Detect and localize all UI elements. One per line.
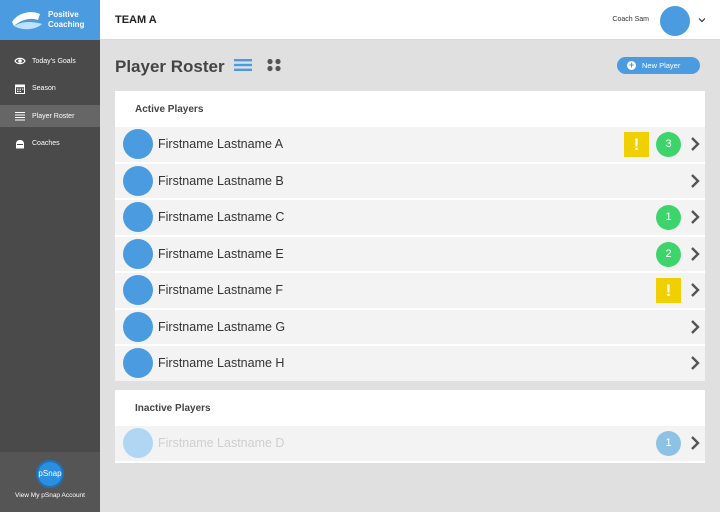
player-row[interactable]: Firstname Lastname H bbox=[115, 346, 705, 381]
player-avatar bbox=[123, 428, 153, 459]
warning-badge: ! bbox=[624, 132, 649, 157]
plus-icon: + bbox=[627, 60, 636, 70]
count-badge: 1 bbox=[656, 431, 681, 456]
count-badge: 2 bbox=[656, 241, 681, 267]
new-player-label: New Player bbox=[642, 61, 681, 70]
sidebar-item-player-roster[interactable]: Player Roster bbox=[0, 105, 100, 127]
chevron-right-icon bbox=[691, 436, 700, 450]
player-name: Firstname Lastname F bbox=[158, 283, 284, 298]
grid-view-icon[interactable] bbox=[266, 58, 282, 72]
active-players-card: Active Players Firstname Lastname A ! 3 … bbox=[115, 91, 705, 381]
new-player-button[interactable]: + New Player bbox=[617, 57, 700, 74]
chevron-right-icon bbox=[691, 246, 700, 261]
chevron-down-icon[interactable] bbox=[698, 16, 706, 24]
player-name: Firstname Lastname B bbox=[158, 173, 284, 188]
list-view-icon[interactable] bbox=[234, 58, 252, 72]
player-name: Firstname Lastname G bbox=[158, 319, 286, 334]
player-name: Firstname Lastname D bbox=[158, 436, 285, 451]
player-avatar bbox=[123, 275, 153, 306]
psnap-account-label: View My pSnap Account bbox=[15, 492, 85, 499]
warning-badge: ! bbox=[656, 278, 681, 303]
player-avatar bbox=[123, 129, 153, 160]
chevron-right-icon bbox=[691, 173, 700, 188]
player-avatar bbox=[123, 238, 153, 269]
whistle-icon bbox=[16, 139, 24, 148]
player-name: Firstname Lastname E bbox=[158, 246, 284, 261]
brand-line-2: Coaching bbox=[48, 20, 85, 29]
top-bar: TEAM A Coach Sam bbox=[100, 0, 720, 40]
inactive-players-heading: Inactive Players bbox=[135, 402, 211, 414]
player-row[interactable]: Firstname Lastname B bbox=[115, 163, 705, 198]
sidebar-item-season[interactable]: Season bbox=[0, 78, 100, 100]
psnap-account-link[interactable]: pSnap View My pSnap Account bbox=[0, 452, 100, 512]
psnap-logo-icon: pSnap bbox=[36, 460, 64, 488]
chevron-right-icon bbox=[691, 319, 700, 334]
team-name: TEAM A bbox=[115, 13, 157, 26]
positive-coaching-logo-icon bbox=[12, 12, 42, 30]
sidebar-item-label: Today's Goals bbox=[32, 57, 76, 65]
active-players-heading: Active Players bbox=[135, 103, 204, 115]
player-avatar bbox=[123, 165, 153, 196]
player-row[interactable]: Firstname Lastname D 1 bbox=[115, 426, 705, 461]
sidebar-nav: Today's Goals Season Player Roster Coach… bbox=[0, 50, 100, 155]
page-title: Player Roster bbox=[115, 57, 225, 76]
player-row[interactable]: Firstname Lastname G bbox=[115, 309, 705, 344]
player-name: Firstname Lastname C bbox=[158, 210, 285, 225]
player-row[interactable]: Firstname Lastname E 2 bbox=[115, 236, 705, 271]
calendar-icon bbox=[15, 84, 25, 94]
count-badge: 1 bbox=[656, 205, 681, 230]
player-avatar bbox=[123, 311, 153, 342]
sidebar-item-todays-goals[interactable]: Today's Goals bbox=[0, 50, 100, 72]
player-name: Firstname Lastname H bbox=[158, 356, 285, 371]
sidebar-item-label: Season bbox=[32, 85, 56, 92]
eye-icon bbox=[14, 57, 26, 65]
player-row[interactable]: Firstname Lastname A ! 3 bbox=[115, 127, 705, 162]
player-avatar bbox=[123, 348, 153, 379]
coach-avatar[interactable] bbox=[660, 6, 690, 36]
chevron-right-icon bbox=[691, 283, 700, 297]
player-row[interactable]: Firstname Lastname F ! bbox=[115, 273, 705, 308]
count-badge: 3 bbox=[656, 132, 681, 157]
player-name: Firstname Lastname A bbox=[158, 137, 284, 152]
page-header: Player Roster + New Player bbox=[115, 52, 705, 80]
brand-logo[interactable]: Positive Coaching bbox=[0, 0, 100, 40]
chevron-right-icon bbox=[691, 210, 700, 224]
sidebar-item-label: Coaches bbox=[32, 140, 60, 147]
player-avatar bbox=[123, 202, 153, 233]
sidebar-item-label: Player Roster bbox=[32, 112, 75, 120]
inactive-players-card: Inactive Players Firstname Lastname D 1 bbox=[115, 390, 705, 463]
coach-name[interactable]: Coach Sam bbox=[612, 16, 649, 23]
list-icon bbox=[15, 112, 25, 121]
brand-line-1: Positive bbox=[48, 10, 79, 19]
sidebar: Positive Coaching Today's Goals Season P… bbox=[0, 0, 100, 512]
chevron-right-icon bbox=[691, 137, 700, 151]
sidebar-item-coaches[interactable]: Coaches bbox=[0, 133, 100, 155]
player-row[interactable]: Firstname Lastname C 1 bbox=[115, 200, 705, 235]
chevron-right-icon bbox=[691, 356, 700, 370]
